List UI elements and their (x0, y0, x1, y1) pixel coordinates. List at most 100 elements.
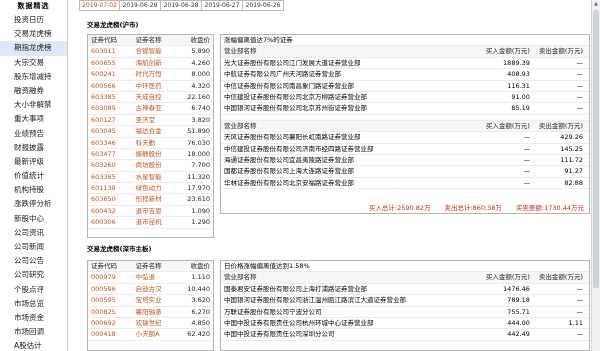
table-row[interactable]: 600655 海航创新 4.260 (88, 58, 213, 70)
table-row[interactable]: 000418 小天鹅A 62.420 (88, 329, 213, 341)
sidebar-item[interactable]: 公司研究 (0, 268, 67, 282)
sidebar-item[interactable]: 价值统计 (0, 169, 67, 183)
stock-name[interactable]: 襄阳轴承 (134, 307, 176, 317)
sidebar-item[interactable]: 融资融券 (0, 84, 67, 98)
table-row[interactable]: 600241 时代万恒 8.000 (88, 69, 213, 81)
stock-code[interactable]: 000418 (88, 329, 134, 339)
sidebar-item[interactable]: 期指龙虎榜 (0, 41, 67, 56)
stock-name[interactable]: 圣济堂 (134, 115, 176, 125)
stock-code[interactable]: 603385 (88, 92, 134, 102)
sidebar-item[interactable]: 市场回调 (0, 325, 67, 339)
stock-name[interactable]: 欢瑞世纪 (134, 318, 176, 328)
stock-name[interactable]: 合锻智能 (134, 46, 176, 56)
stock-name[interactable]: 小天鹅A (134, 329, 176, 339)
table-row[interactable]: 603385 天成自控 22.160 (88, 92, 213, 104)
table-row[interactable]: 603260 商坊股份 7.700 (88, 160, 213, 172)
sidebar-item[interactable]: 个股点评 (0, 283, 67, 297)
stock-code[interactable]: 600566 (88, 81, 134, 91)
stock-code[interactable]: 000596 (88, 284, 134, 294)
stock-name[interactable]: 中环医药 (134, 81, 176, 91)
sidebar-item[interactable]: 市场资金 (0, 311, 67, 325)
table-row[interactable]: 000979 中弘退 1.110 (88, 272, 213, 284)
stock-name[interactable]: 启迪古汉 (134, 284, 176, 294)
date-tab[interactable]: 2019-06-29 (120, 0, 161, 11)
stock-code[interactable]: 603089 (88, 103, 134, 113)
sidebar-item[interactable]: 市场总览 (0, 297, 67, 311)
sidebar-item[interactable]: 大宗交易 (0, 56, 67, 70)
stock-code[interactable]: 600241 (88, 69, 134, 79)
stock-code[interactable]: 603011 (88, 46, 134, 56)
table-row[interactable]: 600432 退市吉恩 1.090 (88, 206, 213, 218)
stock-name[interactable]: 福达合金 (134, 126, 176, 136)
sidebar-item[interactable]: 公司资讯 (0, 226, 67, 240)
stock-code[interactable]: 000692 (88, 318, 134, 328)
scroll-thumb[interactable] (593, 10, 599, 288)
table-row[interactable]: 000596 启迪古汉 10.440 (88, 284, 213, 296)
date-tab[interactable]: 2019-06-27 (202, 0, 243, 11)
sidebar-item[interactable]: 大小非解禁 (0, 98, 67, 112)
date-tab[interactable]: 2019-06-28 (161, 0, 202, 11)
table-row[interactable]: 603477 振静股份 18.000 (88, 149, 213, 161)
table-row[interactable]: 603089 古神春亚 6.740 (88, 103, 213, 115)
stock-code[interactable]: 600655 (88, 58, 134, 68)
sidebar-item[interactable]: 公司新闻 (0, 240, 67, 254)
sidebar-item[interactable]: 新股中心 (0, 212, 67, 226)
stock-code[interactable]: 603260 (88, 160, 134, 170)
stock-code[interactable]: 603346 (88, 138, 134, 148)
sidebar-item[interactable]: 涨跌停分析 (0, 197, 67, 211)
table-row[interactable]: 603045 福达合金 51.890 (88, 126, 213, 138)
table-row[interactable]: 000595 宝塔实业 3.620 (88, 295, 213, 307)
stock-code[interactable]: 601138 (88, 183, 134, 193)
scroll-up-icon[interactable]: ▲ (593, 1, 599, 9)
stock-name[interactable]: 海航创新 (134, 58, 176, 68)
stock-name[interactable]: 水星智能 (134, 172, 176, 182)
stock-name[interactable]: 古神春亚 (134, 103, 176, 113)
table-row[interactable]: 603011 合锻智能 5.890 (88, 46, 213, 58)
sidebar-item[interactable]: A股估计 (0, 339, 67, 351)
table-row[interactable]: 603650 彤程新材 23.610 (88, 194, 213, 206)
stock-name[interactable]: 振静股份 (134, 149, 176, 159)
date-tab[interactable]: 2019-06-26 (243, 0, 284, 11)
table-row[interactable]: 603365 水星智能 11.320 (88, 172, 213, 184)
table-row[interactable]: 600127 圣济堂 3.820 (88, 115, 213, 127)
table-row[interactable]: 000692 欢瑞世纪 4.850 (88, 318, 213, 330)
sidebar-item[interactable]: 机构持股 (0, 183, 67, 197)
header-sell: 卖出金额(万元) (538, 273, 583, 282)
stock-code[interactable]: 000979 (88, 272, 134, 282)
sidebar-item[interactable]: 交易龙虎榜 (0, 27, 67, 41)
stock-code[interactable]: 603650 (88, 194, 134, 204)
vertical-scrollbar[interactable]: ▲ (591, 0, 600, 351)
sidebar-item[interactable]: 最新评级 (0, 155, 67, 169)
stock-name[interactable]: 绿色动力 (134, 183, 176, 193)
stock-code[interactable]: 000825 (88, 307, 134, 317)
stock-name[interactable]: 时代万恒 (134, 69, 176, 79)
stock-code[interactable]: 603045 (88, 126, 134, 136)
sidebar-item[interactable]: 股东增减持 (0, 70, 67, 84)
stock-code[interactable]: 600306 (88, 217, 134, 227)
stock-name[interactable]: 天成自控 (134, 92, 176, 102)
table-row[interactable]: 000825 襄阳轴承 6.270 (88, 307, 213, 318)
stock-name[interactable]: 彤程新材 (134, 194, 176, 204)
stock-name[interactable]: 中弘退 (134, 272, 176, 282)
stock-name[interactable]: 宝塔实业 (134, 295, 176, 305)
sidebar-item[interactable]: 公司公告 (0, 254, 67, 268)
sidebar-item[interactable]: 重大事项 (0, 112, 67, 126)
stock-name[interactable]: 退市昆机 (134, 217, 176, 227)
stock-name[interactable]: 商坊股份 (134, 160, 176, 170)
table-row[interactable]: 603346 科天勤 76.030 (88, 138, 213, 149)
table-row[interactable]: 600566 中环医药 4.320 (88, 81, 213, 92)
stock-code[interactable]: 600432 (88, 206, 134, 216)
sidebar-item[interactable]: 投资日历 (0, 13, 67, 27)
broker-name: 中国中投证券有限责任公司杭州环城中心证券营业部 (224, 318, 374, 327)
table-row[interactable]: 601138 绿色动力 17.970 (88, 183, 213, 195)
stock-code[interactable]: 600127 (88, 115, 134, 125)
date-tab[interactable]: 2019-07-02 (79, 0, 120, 11)
stock-code[interactable]: 603365 (88, 172, 134, 182)
stock-name[interactable]: 退市吉恩 (134, 206, 176, 216)
stock-name[interactable]: 科天勤 (134, 138, 176, 148)
stock-code[interactable]: 000595 (88, 295, 134, 305)
stock-code[interactable]: 603477 (88, 149, 134, 159)
sidebar-item[interactable]: 财报披露 (0, 141, 67, 155)
sidebar-item[interactable]: 业绩预告 (0, 127, 67, 141)
table-row[interactable]: 600306 退市昆机 1.290 (88, 217, 213, 229)
